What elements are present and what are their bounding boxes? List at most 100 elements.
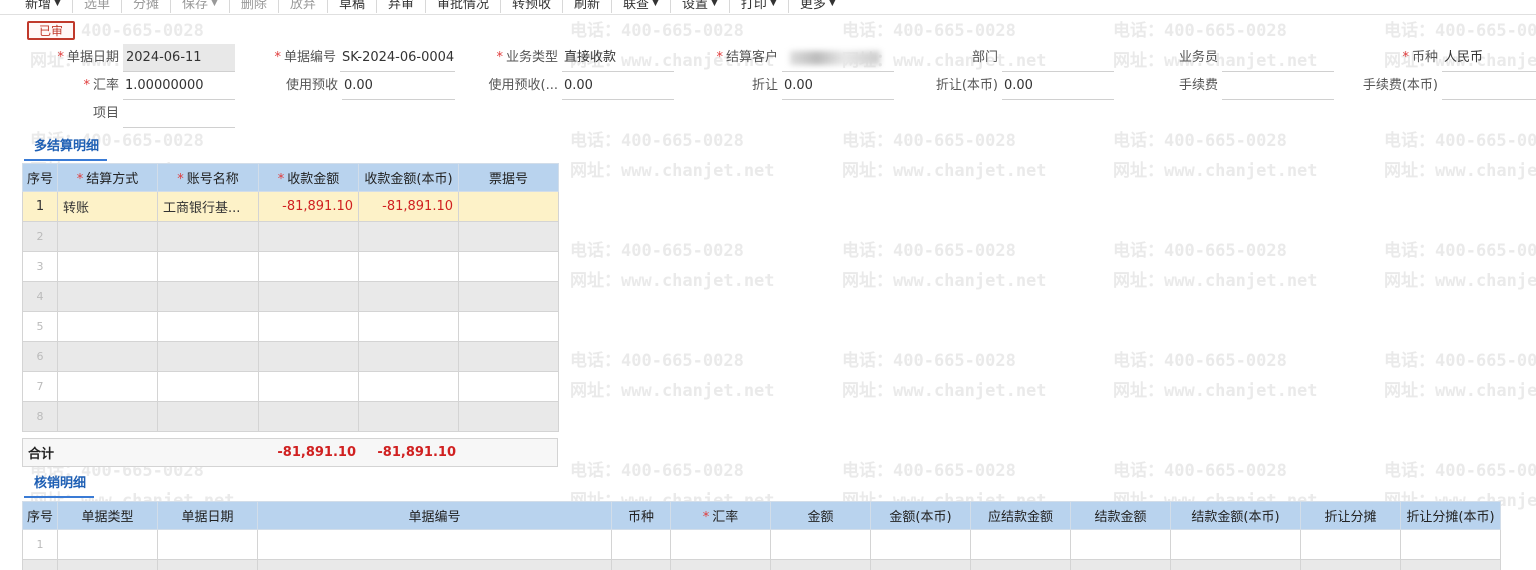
settle-cell-account[interactable] — [157, 371, 259, 402]
toolbar-button-8[interactable]: 审批情况 — [426, 0, 501, 13]
settle-cell-idx[interactable]: 5 — [22, 311, 58, 342]
toolbar-button-1[interactable]: 选单 — [73, 0, 122, 13]
fee-base-value[interactable] — [1442, 72, 1536, 100]
settle-cell-amount_base[interactable] — [358, 281, 459, 312]
verify-col-header[interactable]: 结款金额(本币) — [1170, 501, 1301, 530]
table-row[interactable]: 1 — [22, 529, 1501, 560]
toolbar-button-2[interactable]: 分摊 — [122, 0, 171, 13]
verify-cell[interactable] — [1070, 559, 1171, 570]
toolbar-button-7[interactable]: 弃审 — [377, 0, 426, 13]
verify-col-header[interactable]: 单据类型 — [57, 501, 158, 530]
toolbar-button-13[interactable]: 打印 ▼ — [730, 0, 789, 13]
settle-cell-bill[interactable] — [458, 311, 559, 342]
settle-cell-account[interactable] — [157, 281, 259, 312]
table-row[interactable]: 1 转账 工商银行基... -81,891.10 -81,891.10 — [22, 191, 559, 222]
settle-cell-amount_base[interactable] — [358, 401, 459, 432]
verify-col-header[interactable]: 金额 — [770, 501, 871, 530]
settle-col-header[interactable]: 收款金额(本币) — [358, 163, 459, 192]
rate-field[interactable]: * 汇率 1.00000000 — [83, 72, 235, 100]
verify-col-header[interactable]: 结款金额 — [1070, 501, 1171, 530]
settle-cell-idx[interactable]: 7 — [22, 371, 58, 402]
settle-cell-bill[interactable] — [458, 401, 559, 432]
biz-type-field[interactable]: * 业务类型 直接收款 — [496, 44, 674, 72]
use-prepay-base-field[interactable]: 使用预收(... 0.00 — [489, 72, 674, 100]
settle-cell-amount_base[interactable] — [358, 221, 459, 252]
discount-field[interactable]: 折让 0.00 — [752, 72, 894, 100]
verify-cell-idx[interactable]: 1 — [22, 529, 58, 560]
discount-base-field[interactable]: 折让(本币) 0.00 — [936, 72, 1114, 100]
tab-verify-detail[interactable]: 核销明细 — [24, 472, 95, 498]
fee-value[interactable] — [1222, 72, 1334, 100]
settle-cell-idx[interactable]: 4 — [22, 281, 58, 312]
toolbar-button-9[interactable]: 转预收 — [501, 0, 563, 13]
settle-cell-amount[interactable] — [258, 371, 359, 402]
verify-cell[interactable] — [1300, 529, 1401, 560]
settle-col-header[interactable]: * 账号名称 — [157, 163, 259, 192]
verify-cell[interactable] — [970, 559, 1071, 570]
settle-cell-method[interactable] — [57, 251, 158, 282]
settle-cell-method[interactable] — [57, 281, 158, 312]
verify-cell[interactable] — [1400, 559, 1501, 570]
discount-value[interactable]: 0.00 — [782, 72, 894, 100]
fee-field[interactable]: 手续费 — [1179, 72, 1334, 100]
settle-cell-amount[interactable] — [258, 311, 359, 342]
verify-cell[interactable] — [57, 529, 158, 560]
tab-settle-detail[interactable]: 多结算明细 — [24, 135, 108, 161]
toolbar-button-5[interactable]: 放弃 — [279, 0, 328, 13]
settle-cell-account[interactable]: 工商银行基... — [157, 191, 259, 222]
doc-date-field[interactable]: * 单据日期 2024-06-11 — [57, 44, 235, 72]
verify-col-header[interactable]: 单据编号 — [257, 501, 612, 530]
customer-value[interactable] — [782, 44, 894, 72]
use-prepay-base-value[interactable]: 0.00 — [562, 72, 674, 100]
toolbar-button-10[interactable]: 刷新 — [563, 0, 613, 13]
settle-cell-account[interactable] — [157, 221, 259, 252]
verify-col-header[interactable]: 币种 — [611, 501, 671, 530]
doc-date-value[interactable]: 2024-06-11 — [123, 44, 235, 72]
table-row[interactable]: 7 — [22, 371, 559, 402]
verify-cell[interactable] — [611, 529, 671, 560]
settle-cell-bill[interactable] — [458, 251, 559, 282]
settle-cell-method[interactable] — [57, 371, 158, 402]
settle-cell-bill[interactable] — [458, 281, 559, 312]
settle-cell-method[interactable] — [57, 341, 158, 372]
use-prepay-value[interactable]: 0.00 — [342, 72, 455, 100]
verify-cell[interactable] — [970, 529, 1071, 560]
settle-col-header[interactable]: 票据号 — [458, 163, 559, 192]
table-row[interactable]: 6 — [22, 341, 559, 372]
customer-field[interactable]: * 结算客户 — [716, 44, 894, 72]
settle-cell-idx[interactable]: 2 — [22, 221, 58, 252]
project-field[interactable]: 项目 — [93, 100, 235, 128]
toolbar-button-12[interactable]: 设置 ▼ — [671, 0, 730, 13]
table-row[interactable]: 8 — [22, 401, 559, 432]
settle-cell-method[interactable] — [57, 221, 158, 252]
verify-cell[interactable] — [1170, 529, 1301, 560]
settle-cell-method[interactable] — [57, 311, 158, 342]
verify-cell[interactable] — [870, 559, 971, 570]
toolbar-button-6[interactable]: 草稿 — [328, 0, 377, 13]
settle-col-header[interactable]: 序号 — [22, 163, 58, 192]
settle-cell-account[interactable] — [157, 341, 259, 372]
project-value[interactable] — [123, 100, 235, 128]
salesman-value[interactable] — [1222, 44, 1334, 72]
biz-type-value[interactable]: 直接收款 — [562, 44, 674, 72]
verify-cell[interactable] — [770, 559, 871, 570]
toolbar-button-3[interactable]: 保存 ▼ — [171, 0, 230, 13]
settle-cell-method[interactable] — [57, 401, 158, 432]
verify-cell[interactable] — [870, 529, 971, 560]
settle-col-header[interactable]: * 收款金额 — [258, 163, 359, 192]
settle-cell-account[interactable] — [157, 251, 259, 282]
verify-cell[interactable] — [1300, 559, 1401, 570]
settle-cell-amount_base[interactable] — [358, 311, 459, 342]
dept-field[interactable]: 部门 — [972, 44, 1114, 72]
rate-value[interactable]: 1.00000000 — [123, 72, 235, 100]
verify-cell[interactable] — [57, 559, 158, 570]
verify-cell[interactable] — [257, 559, 612, 570]
verify-cell[interactable] — [1400, 529, 1501, 560]
settle-cell-account[interactable] — [157, 401, 259, 432]
verify-cell[interactable] — [257, 529, 612, 560]
settle-cell-bill[interactable] — [458, 371, 559, 402]
verify-col-header[interactable]: * 汇率 — [670, 501, 771, 530]
doc-no-field[interactable]: * 单据编号 SK-2024-06-0004 — [274, 44, 455, 72]
settle-cell-bill[interactable] — [458, 341, 559, 372]
salesman-field[interactable]: 业务员 — [1179, 44, 1334, 72]
